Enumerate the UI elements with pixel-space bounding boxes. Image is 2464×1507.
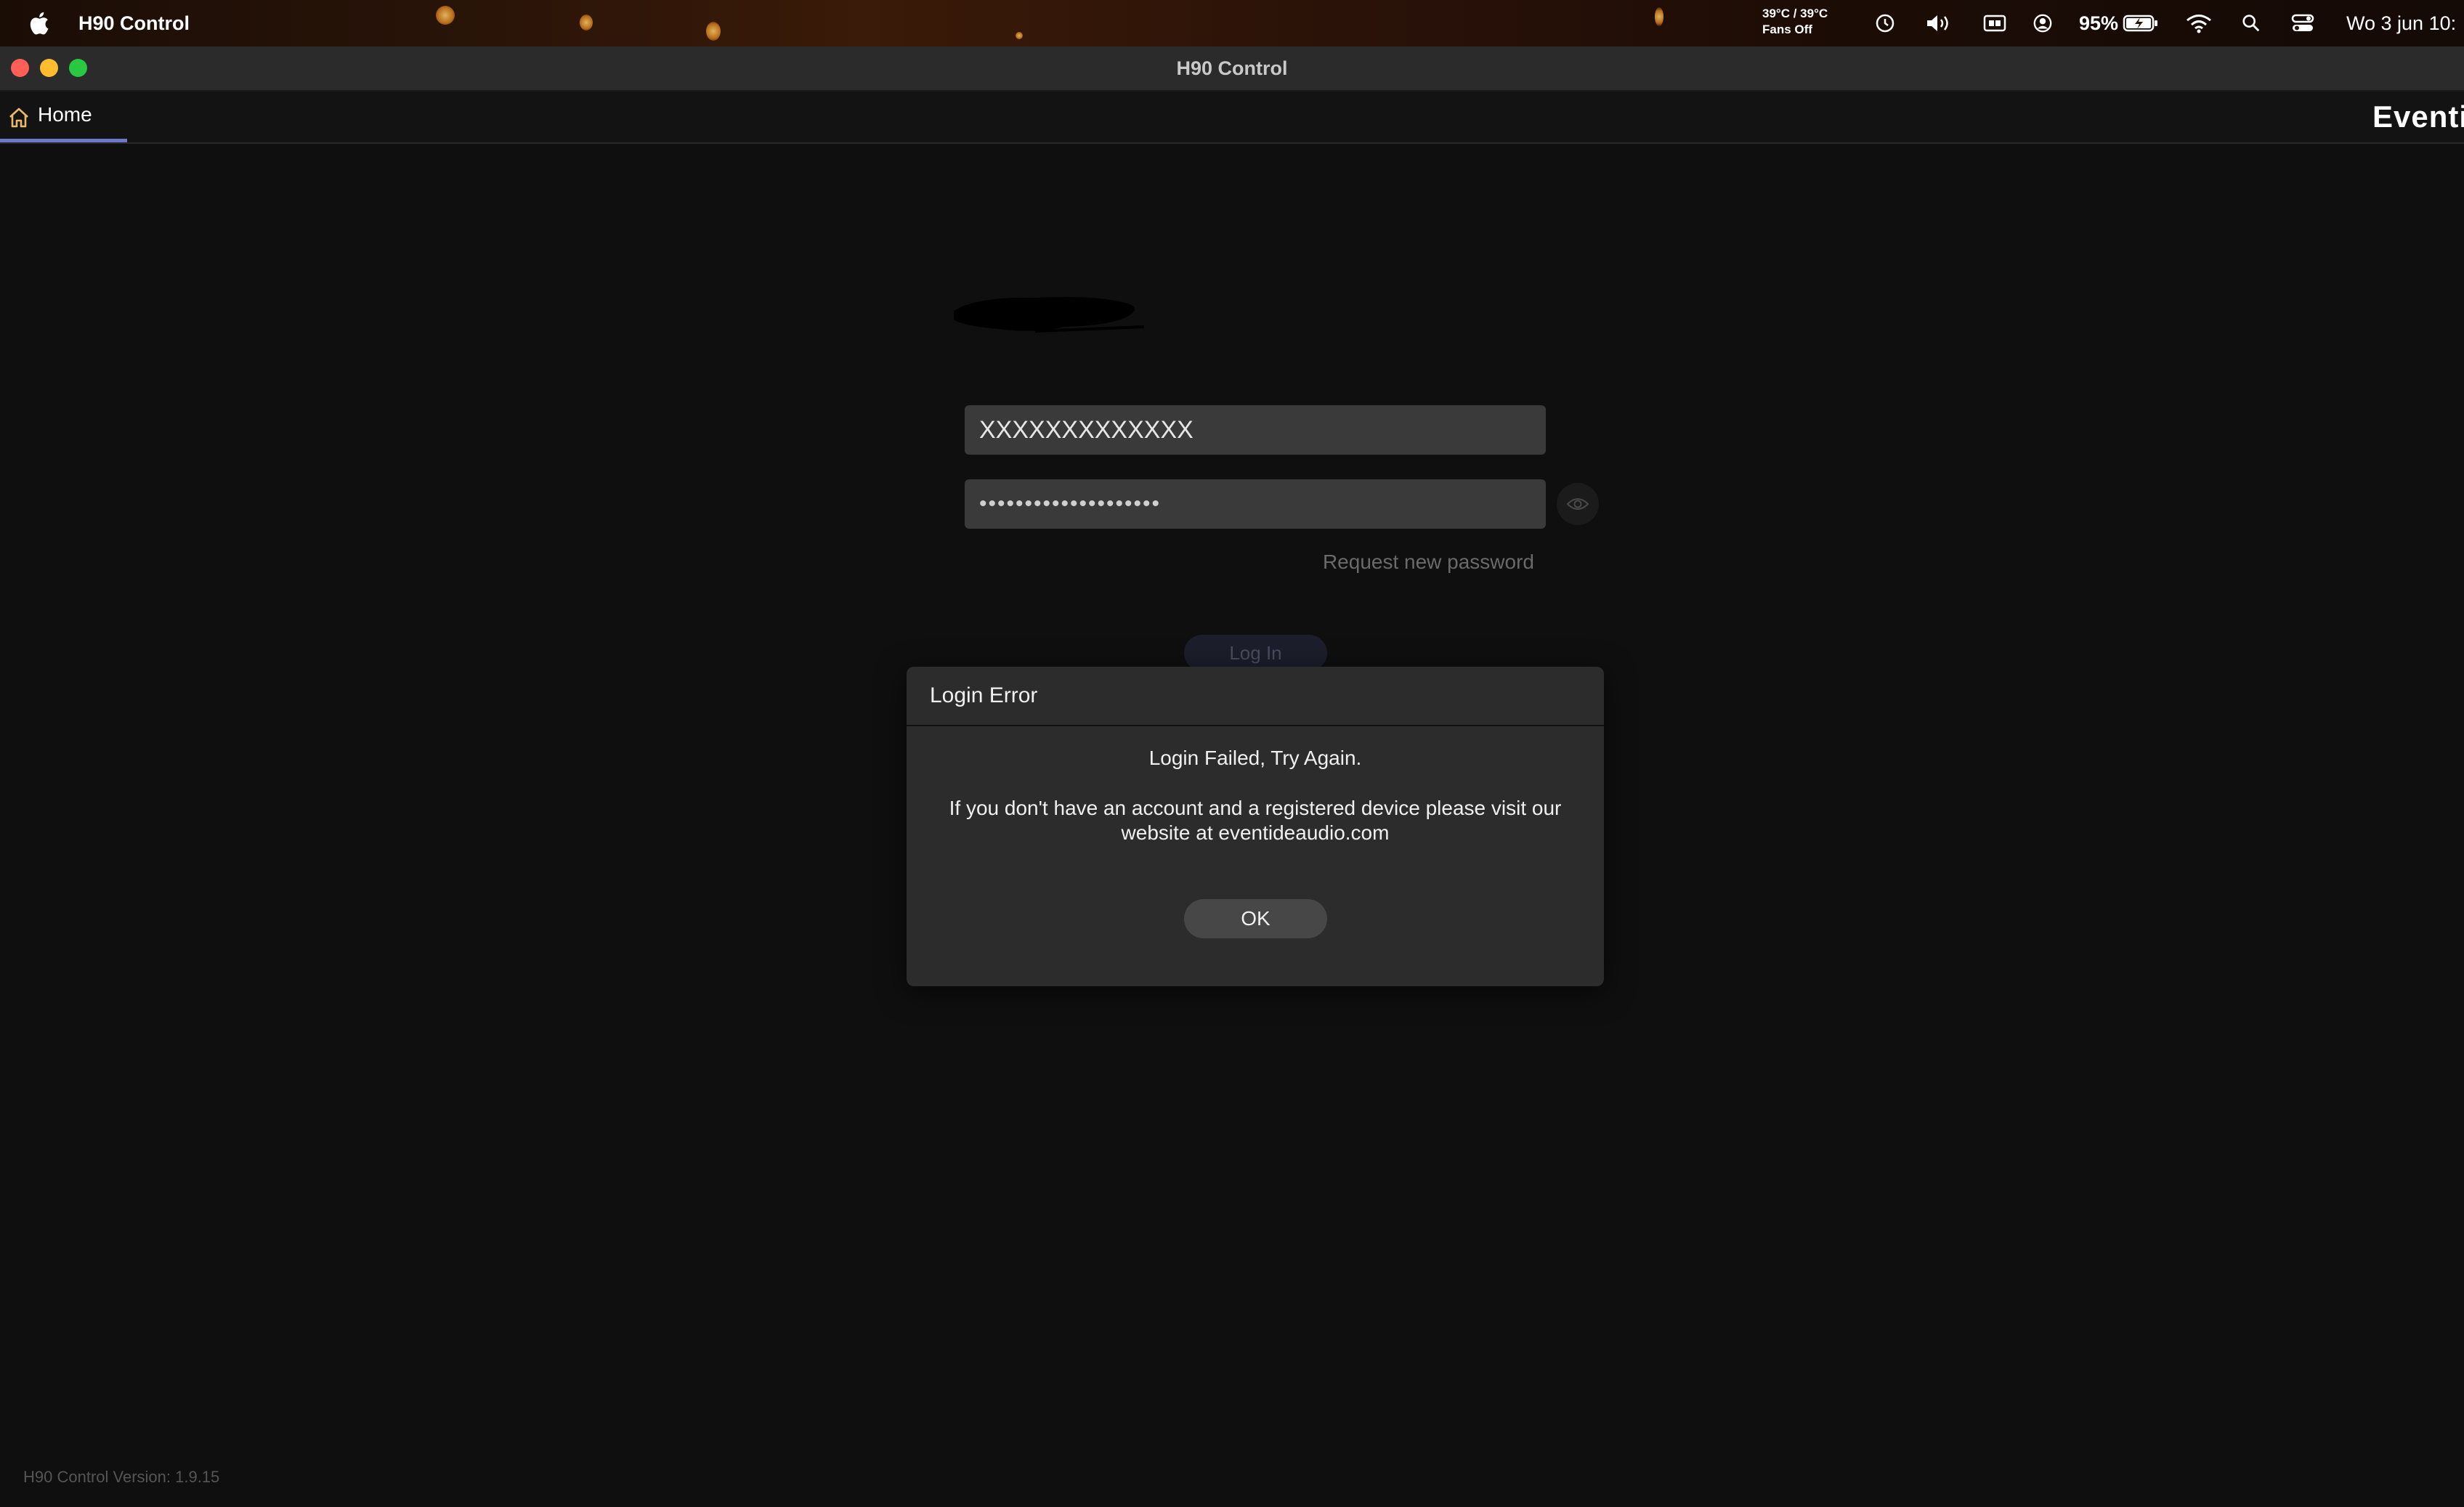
show-password-button[interactable] — [1557, 483, 1599, 525]
password-input[interactable] — [965, 479, 1546, 529]
window-title: H90 Control — [1176, 57, 1288, 79]
wallpaper-spark — [1655, 7, 1663, 26]
temperature-widget[interactable]: 39°C / 39°C Fans Off — [1762, 6, 1828, 38]
tab-home-label: Home — [38, 103, 92, 126]
tab-bar: Home Eventide — [0, 92, 2464, 144]
app-version: H90 Control Version: 1.9.15 — [23, 1468, 220, 1486]
login-button[interactable]: Log In — [1184, 635, 1327, 671]
battery-charging-icon[interactable] — [2123, 13, 2159, 33]
dialog-secondary-message: If you don't have an account and a regis… — [949, 797, 1562, 844]
volume-icon[interactable] — [1925, 13, 1954, 33]
apple-icon[interactable] — [28, 11, 49, 36]
battery-percentage: 95% — [2079, 12, 2119, 34]
dialog-header: Login Error — [907, 667, 1604, 726]
control-center-icon[interactable] — [2291, 13, 2314, 33]
wallpaper-spark — [1016, 32, 1023, 39]
redacted-logo — [954, 296, 1144, 333]
home-icon — [9, 107, 28, 128]
active-app-menu[interactable]: H90 Control — [78, 0, 190, 46]
menu-bar: H90 Control 39°C / 39°C Fans Off 95% Wo … — [0, 0, 2464, 46]
username-input[interactable] — [965, 405, 1546, 455]
dialog-primary-message: Login Failed, Try Again. — [1148, 747, 1362, 769]
menubar-clock[interactable]: Wo 3 jun 10: — [2346, 0, 2456, 46]
wifi-icon[interactable] — [2185, 13, 2213, 33]
window-title-bar: H90 Control — [0, 46, 2464, 92]
dialog-ok-button[interactable]: OK — [1184, 899, 1327, 938]
display-icon[interactable] — [1983, 13, 2006, 33]
temperature-readout: 39°C / 39°C — [1762, 7, 1828, 20]
eye-icon — [1566, 498, 1589, 510]
eventide-logo: Eventide — [2372, 99, 2464, 134]
fan-status: Fans Off — [1762, 23, 1812, 36]
user-account-icon[interactable] — [2031, 13, 2054, 33]
tab-home[interactable]: Home — [0, 92, 127, 142]
login-error-dialog: Login Error Login Failed, Try Again. If … — [907, 667, 1604, 986]
time-machine-icon[interactable] — [1874, 13, 1896, 33]
wallpaper-spark — [706, 22, 721, 41]
request-new-password-link[interactable]: Request new password — [1162, 551, 1534, 574]
wallpaper-spark — [436, 6, 455, 25]
dialog-title: Login Error — [930, 683, 1038, 707]
search-icon[interactable] — [2240, 13, 2262, 33]
wallpaper-spark — [580, 15, 593, 31]
